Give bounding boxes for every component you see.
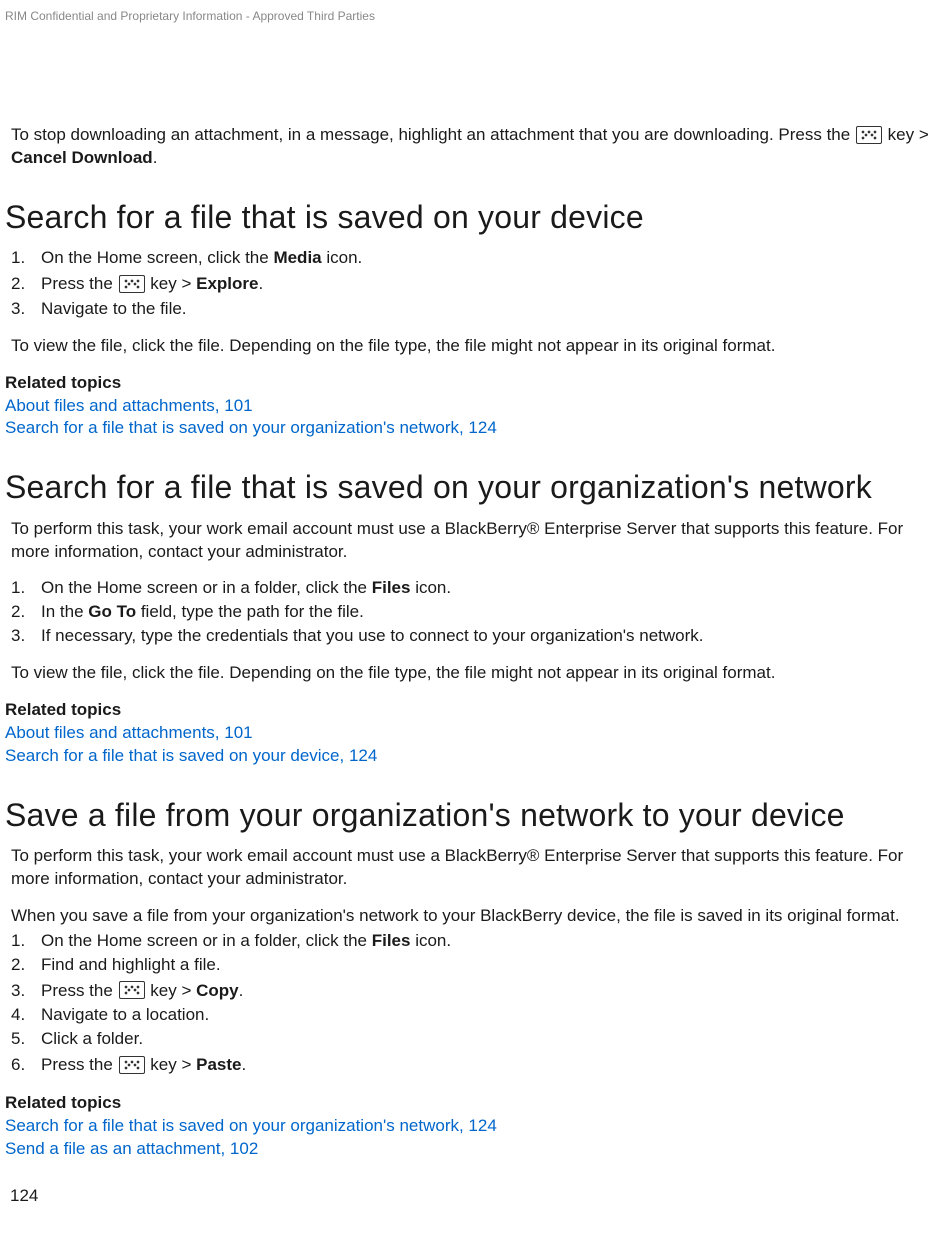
step-bold: Paste <box>196 1055 241 1074</box>
steps-search-device: On the Home screen, click the Media icon… <box>11 247 942 320</box>
paragraph-prereq: To perform this task, your work email ac… <box>11 518 942 564</box>
list-item: Press the key > Explore. <box>11 271 942 297</box>
list-item: Press the key > Paste. <box>11 1052 942 1078</box>
list-item: In the Go To field, type the path for th… <box>11 601 942 624</box>
step-text: icon. <box>322 248 363 267</box>
list-item: Click a folder. <box>11 1028 942 1051</box>
step-bold: Media <box>273 248 321 267</box>
intro-key-gt: key > <box>883 125 929 144</box>
step-text: On the Home screen or in a folder, click… <box>41 931 372 950</box>
paragraph-view-file: To view the file, click the file. Depend… <box>11 335 942 358</box>
heading-search-device: Search for a file that is saved on your … <box>5 196 944 239</box>
intro-period: . <box>153 148 158 167</box>
step-text: field, type the path for the file. <box>136 602 364 621</box>
list-item: On the Home screen, click the Media icon… <box>11 247 942 270</box>
list-item: On the Home screen or in a folder, click… <box>11 577 942 600</box>
heading-save-file: Save a file from your organization's net… <box>5 794 944 837</box>
steps-search-network: On the Home screen or in a folder, click… <box>11 577 942 648</box>
step-text: On the Home screen, click the <box>41 248 273 267</box>
list-item: Navigate to the file. <box>11 298 942 321</box>
steps-save-file: On the Home screen or in a folder, click… <box>11 930 942 1078</box>
step-bold: Files <box>372 578 411 597</box>
step-text: icon. <box>410 578 451 597</box>
step-text: Press the <box>41 274 118 293</box>
confidential-notice: RIM Confidential and Proprietary Informa… <box>5 8 944 24</box>
related-topics-heading: Related topics <box>5 372 944 395</box>
page-number: 124 <box>10 1185 38 1208</box>
menu-key-icon <box>119 981 145 999</box>
step-text: key > <box>146 981 197 1000</box>
link-search-network[interactable]: Search for a file that is saved on your … <box>5 1115 944 1138</box>
intro-paragraph: To stop downloading an attachment, in a … <box>11 124 942 170</box>
step-text: . <box>241 1055 246 1074</box>
link-search-network[interactable]: Search for a file that is saved on your … <box>5 417 944 440</box>
related-topics-heading: Related topics <box>5 1092 944 1115</box>
link-about-files[interactable]: About files and attachments, 101 <box>5 722 944 745</box>
link-about-files[interactable]: About files and attachments, 101 <box>5 395 944 418</box>
step-text: Press the <box>41 981 118 1000</box>
list-item: Navigate to a location. <box>11 1004 942 1027</box>
menu-key-icon <box>119 275 145 293</box>
menu-key-icon <box>119 1056 145 1074</box>
step-text: key > <box>146 1055 197 1074</box>
step-bold: Explore <box>196 274 258 293</box>
step-text: On the Home screen or in a folder, click… <box>41 578 372 597</box>
menu-key-icon <box>856 126 882 144</box>
heading-search-network: Search for a file that is saved on your … <box>5 466 944 509</box>
link-search-device[interactable]: Search for a file that is saved on your … <box>5 745 944 768</box>
paragraph-prereq: To perform this task, your work email ac… <box>11 845 942 891</box>
step-text: key > <box>146 274 197 293</box>
step-bold: Go To <box>88 602 136 621</box>
paragraph-note: When you save a file from your organizat… <box>11 905 942 928</box>
intro-prefix: To stop downloading an attachment, in a … <box>11 125 855 144</box>
step-text: . <box>239 981 244 1000</box>
step-text: In the <box>41 602 88 621</box>
step-bold: Files <box>372 931 411 950</box>
step-text: Press the <box>41 1055 118 1074</box>
related-topics-heading: Related topics <box>5 699 944 722</box>
list-item: Find and highlight a file. <box>11 954 942 977</box>
step-bold: Copy <box>196 981 239 1000</box>
link-send-attachment[interactable]: Send a file as an attachment, 102 <box>5 1138 944 1161</box>
list-item: Press the key > Copy. <box>11 978 942 1004</box>
paragraph-view-file: To view the file, click the file. Depend… <box>11 662 942 685</box>
list-item: On the Home screen or in a folder, click… <box>11 930 942 953</box>
step-text: icon. <box>410 931 451 950</box>
step-text: . <box>258 274 263 293</box>
intro-cancel-download: Cancel Download <box>11 148 153 167</box>
list-item: If necessary, type the credentials that … <box>11 625 942 648</box>
